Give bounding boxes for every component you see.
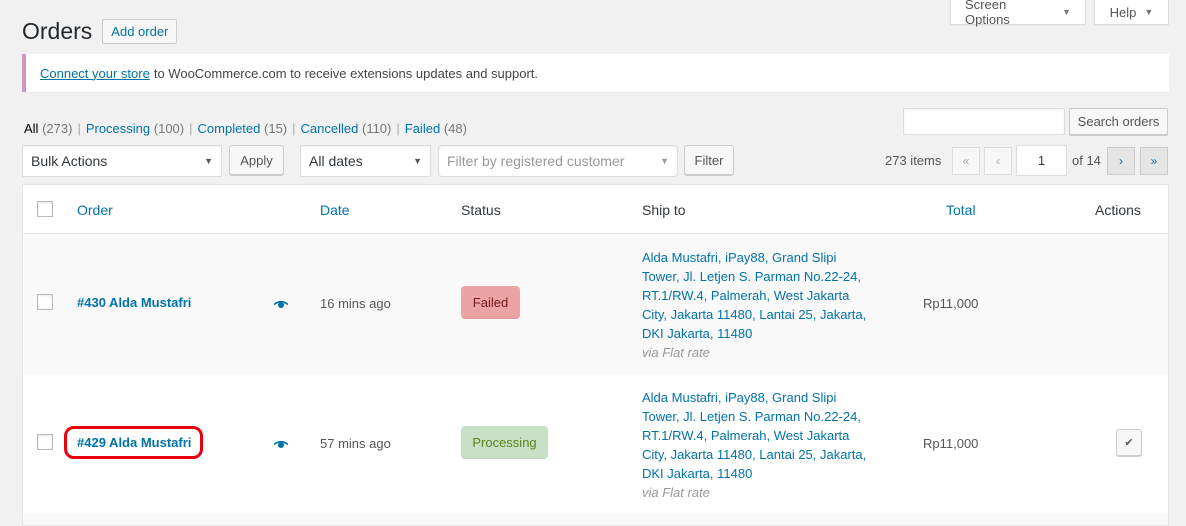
view-all[interactable]: All (273) <box>24 121 72 136</box>
separator: | <box>189 121 193 136</box>
items-count: 273 items <box>885 153 942 168</box>
address-line[interactable]: Alda Mustafri, iPay88, Grand Slipi <box>642 388 872 407</box>
help-button[interactable]: Help ▼ <box>1094 0 1169 25</box>
order-link[interactable]: #430 Alda Mustafri <box>77 295 191 310</box>
date-filter-select[interactable]: All dates ▼ <box>300 145 431 177</box>
address-line[interactable]: City, Jakarta 11480, Lantai 25, Jakarta, <box>642 305 872 324</box>
address-line[interactable]: Alda Mustafri, iPay88, Grand Slipi <box>642 248 872 267</box>
address-line[interactable]: DKI Jakarta, 11480 <box>642 464 872 483</box>
eye-icon[interactable] <box>274 440 288 449</box>
address-line[interactable]: Tower, Jl. Letjen S. Parman No.22-24, <box>642 267 872 286</box>
page-heading: Orders Add order <box>22 18 178 45</box>
complete-order-button[interactable]: ✔ <box>1116 429 1142 456</box>
help-label: Help <box>1109 4 1137 20</box>
view-count: (15) <box>264 121 288 136</box>
current-page-input[interactable]: 1 <box>1016 145 1067 176</box>
separator: | <box>77 121 81 136</box>
address-line[interactable]: Tower, Jl. Letjen S. Parman No.22-24, <box>642 407 872 426</box>
eye-icon[interactable] <box>274 300 288 309</box>
order-link[interactable]: #429 Alda Mustafri <box>77 435 191 450</box>
bulk-actions-select[interactable]: Bulk Actions ▼ <box>22 145 222 177</box>
address-line[interactable]: RT.1/RW.4, Palmerah, West Jakarta <box>642 426 872 445</box>
apply-button[interactable]: Apply <box>229 145 284 175</box>
screen-options-label: Screen Options <box>965 0 1010 27</box>
customer-filter-placeholder: Filter by registered customer <box>447 153 625 169</box>
shipping-method: via Flat rate <box>642 485 710 500</box>
date-filter-value: All dates <box>309 153 363 169</box>
last-page-button[interactable]: » <box>1140 147 1168 175</box>
bulk-actions-value: Bulk Actions <box>31 153 108 169</box>
address-line[interactable]: DKI Jakarta, 11480 <box>642 324 872 343</box>
view-label: Completed <box>197 121 261 136</box>
total-pages: of 14 <box>1072 153 1101 168</box>
row-checkbox[interactable] <box>37 434 53 450</box>
add-order-button[interactable]: Add order <box>102 19 178 44</box>
search-orders-input[interactable] <box>903 108 1065 135</box>
view-count: (110) <box>361 121 392 136</box>
order-date: 57 mins ago <box>320 436 391 451</box>
table-row[interactable]: #430 Alda Mustafri 16 mins ago Failed Al… <box>23 234 1168 374</box>
view-cancelled[interactable]: Cancelled (110) <box>301 121 392 136</box>
column-order[interactable]: Order <box>77 202 113 218</box>
status-badge: Processing <box>461 426 548 459</box>
separator: | <box>292 121 296 136</box>
address-line[interactable]: City, Jakarta 11480, Lantai 25, Jakarta, <box>642 445 872 464</box>
customer-filter-select[interactable]: Filter by registered customer ▼ <box>438 145 678 177</box>
view-count: (100) <box>153 121 185 136</box>
column-ship-to: Ship to <box>642 202 686 218</box>
woocommerce-connect-notice: Connect your store to WooCommerce.com to… <box>22 54 1169 92</box>
select-all-checkbox[interactable] <box>37 201 53 217</box>
orders-table: Order Date Status Ship to Total Actions … <box>22 184 1169 526</box>
ship-to-address: Alda Mustafri, iPay88, Grand Slipi Tower… <box>642 388 872 502</box>
view-count: (48) <box>443 121 467 136</box>
ship-to-address: Alda Mustafri, iPay88, Grand Slipi Tower… <box>642 248 872 362</box>
table-row[interactable]: #429 Alda Mustafri 57 mins ago Processin… <box>23 374 1168 514</box>
view-label: Cancelled <box>300 121 359 136</box>
order-total: Rp11,000 <box>923 436 979 451</box>
address-line[interactable]: RT.1/RW.4, Palmerah, West Jakarta <box>642 286 872 305</box>
view-count: (273) <box>42 121 73 136</box>
first-page-button[interactable]: « <box>952 147 980 175</box>
filter-button[interactable]: Filter <box>684 145 734 175</box>
connect-store-link[interactable]: Connect your store <box>40 66 150 81</box>
separator: | <box>396 121 400 136</box>
prev-page-button[interactable]: ‹ <box>984 147 1012 175</box>
screen-options-button[interactable]: Screen Options ▼ <box>950 0 1086 27</box>
dropdown-arrow-icon: ▼ <box>204 156 213 166</box>
dropdown-arrow-icon: ▼ <box>413 156 422 166</box>
screen-meta-links: Screen Options ▼ Help ▼ <box>950 0 1169 27</box>
shipping-method: via Flat rate <box>642 345 710 360</box>
row-checkbox[interactable] <box>37 294 53 310</box>
view-completed[interactable]: Completed (15) <box>198 121 288 136</box>
table-row <box>23 514 1168 525</box>
triangle-down-icon: ▼ <box>1144 7 1154 17</box>
view-failed[interactable]: Failed (48) <box>405 121 467 136</box>
column-date[interactable]: Date <box>320 202 350 218</box>
triangle-down-icon: ▼ <box>1062 7 1071 17</box>
order-total: Rp11,000 <box>923 296 979 311</box>
view-label: All <box>24 121 39 136</box>
column-status: Status <box>461 202 501 218</box>
view-label: Processing <box>85 121 151 136</box>
dropdown-arrow-icon: ▼ <box>660 156 669 166</box>
view-processing[interactable]: Processing (100) <box>86 121 184 136</box>
page-title: Orders <box>22 18 93 44</box>
next-page-button[interactable]: › <box>1107 147 1135 175</box>
search-orders-button[interactable]: Search orders <box>1069 108 1168 135</box>
column-actions: Actions <box>1095 202 1141 218</box>
table-header: Order Date Status Ship to Total Actions <box>23 185 1168 234</box>
order-date: 16 mins ago <box>320 296 391 311</box>
notice-text: to WooCommerce.com to receive extensions… <box>153 65 539 81</box>
column-total[interactable]: Total <box>946 202 976 218</box>
status-views: All (273) | Processing (100) | Completed (15… <box>24 121 467 136</box>
status-badge: Failed <box>461 286 520 319</box>
view-label: Failed <box>404 121 441 136</box>
checkmark-icon: ✔ <box>1124 437 1134 449</box>
